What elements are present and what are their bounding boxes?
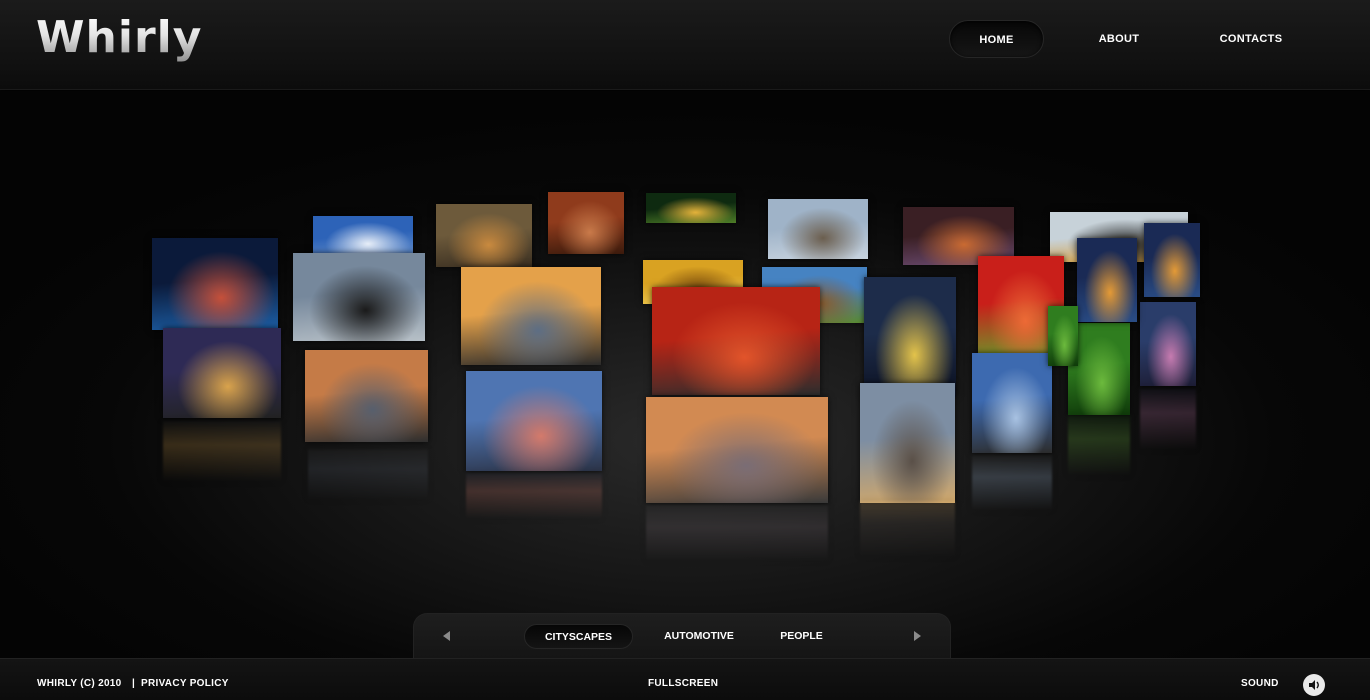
gallery-stage: [0, 91, 1370, 658]
photo-reflection: [163, 421, 281, 481]
speaker-icon[interactable]: [1303, 674, 1325, 696]
footer: WHIRLY (C) 2010 | PRIVACY POLICY FULLSCR…: [0, 658, 1370, 700]
nav-home[interactable]: HOME: [949, 20, 1044, 58]
photo-tile[interactable]: [646, 193, 736, 223]
main-nav: HOME ABOUT CONTACTS: [0, 20, 1370, 58]
photo-reflection: [308, 449, 428, 499]
triangle-right-icon[interactable]: [910, 629, 924, 643]
photo-tile[interactable]: [768, 199, 868, 259]
fullscreen-button[interactable]: FULLSCREEN: [648, 678, 718, 689]
category-people[interactable]: PEOPLE: [769, 624, 834, 649]
photo-tile[interactable]: [305, 350, 428, 442]
triangle-left-icon[interactable]: [440, 629, 454, 643]
copyright-text: WHIRLY (C) 2010: [37, 678, 122, 689]
nav-contacts[interactable]: CONTACTS: [1205, 20, 1297, 58]
photo-reflection: [466, 473, 602, 518]
header: Whirly HOME ABOUT CONTACTS: [0, 0, 1370, 90]
photo-tile[interactable]: [1140, 302, 1196, 386]
photo-tile[interactable]: [652, 287, 820, 395]
category-automotive[interactable]: AUTOMOTIVE: [654, 624, 744, 649]
footer-separator: |: [132, 678, 136, 689]
photo-reflection: [860, 501, 955, 556]
photo-tile[interactable]: [152, 238, 278, 330]
photo-tile[interactable]: [1048, 306, 1078, 366]
privacy-policy-link[interactable]: PRIVACY POLICY: [141, 678, 229, 689]
photo-reflection: [1140, 389, 1196, 449]
photo-tile[interactable]: [461, 267, 601, 365]
nav-about[interactable]: ABOUT: [1080, 20, 1158, 58]
photo-tile[interactable]: [864, 277, 956, 397]
photo-tile[interactable]: [860, 383, 955, 503]
photo-reflection: [646, 505, 828, 560]
photo-tile[interactable]: [972, 353, 1052, 453]
photo-tile[interactable]: [646, 397, 828, 503]
photo-reflection: [972, 455, 1052, 510]
photo-tile[interactable]: [293, 253, 425, 341]
category-cityscapes[interactable]: CITYSCAPES: [524, 624, 633, 649]
photo-reflection: [1068, 415, 1130, 475]
photo-tile[interactable]: [1077, 238, 1137, 322]
sound-label[interactable]: SOUND: [1241, 678, 1279, 689]
photo-tile[interactable]: [436, 204, 532, 267]
photo-tile[interactable]: [163, 328, 281, 418]
photo-tile[interactable]: [466, 371, 602, 471]
photo-tile[interactable]: [548, 192, 624, 254]
photo-tile[interactable]: [1144, 223, 1200, 297]
category-bar: CITYSCAPES AUTOMOTIVE PEOPLE: [413, 613, 951, 658]
